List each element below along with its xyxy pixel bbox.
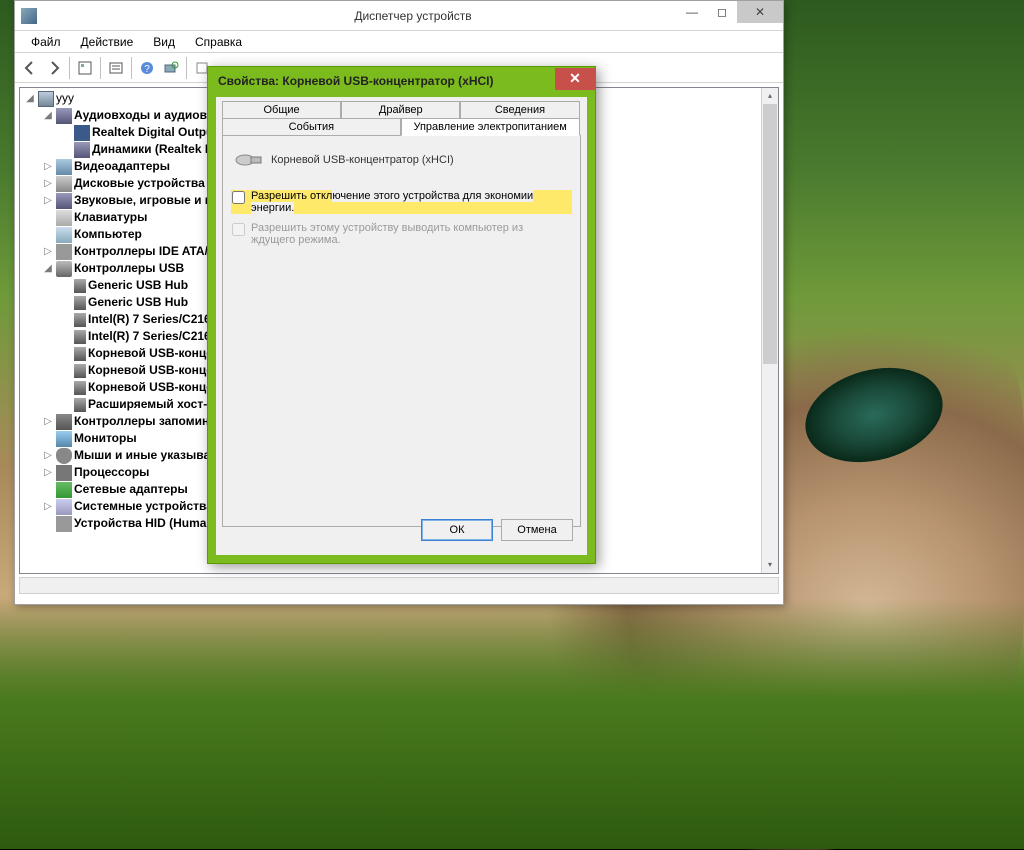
allow-wake-label: Разрешить этому устройству выводить комп… bbox=[251, 222, 551, 246]
forward-icon[interactable] bbox=[43, 57, 65, 79]
tab-details[interactable]: Сведения bbox=[460, 101, 579, 118]
back-icon[interactable] bbox=[19, 57, 41, 79]
detail-icon[interactable] bbox=[74, 57, 96, 79]
tab-power[interactable]: Управление электропитанием bbox=[401, 118, 580, 136]
svg-text:?: ? bbox=[144, 64, 150, 75]
node-label: Клавиатуры bbox=[74, 209, 147, 226]
allow-turnoff-row[interactable]: Разрешить отключение этого устройства дл… bbox=[231, 190, 572, 214]
allow-wake-row: Разрешить этому устройству выводить комп… bbox=[231, 222, 572, 246]
device-icon bbox=[56, 227, 72, 243]
expand-icon[interactable]: ▷ bbox=[42, 158, 54, 175]
device-icon bbox=[74, 296, 86, 310]
tab-general[interactable]: Общие bbox=[222, 101, 341, 118]
expand-icon[interactable]: ▷ bbox=[42, 175, 54, 192]
device-icon bbox=[74, 347, 86, 361]
help-icon[interactable]: ? bbox=[136, 57, 158, 79]
device-icon bbox=[74, 364, 86, 378]
expand-icon[interactable]: ◢ bbox=[42, 260, 54, 277]
node-label: Системные устройства bbox=[74, 498, 213, 515]
properties-dialog: Свойства: Корневой USB-концентратор (xHC… bbox=[207, 66, 596, 564]
expand-icon[interactable]: ▷ bbox=[42, 192, 54, 209]
device-icon bbox=[56, 448, 72, 464]
dialog-title: Свойства: Корневой USB-концентратор (xHC… bbox=[218, 74, 555, 88]
device-icon bbox=[56, 193, 72, 209]
device-icon bbox=[74, 279, 86, 293]
tab-events[interactable]: События bbox=[222, 118, 401, 135]
close-button[interactable]: ✕ bbox=[737, 1, 783, 23]
expand-icon[interactable]: ▷ bbox=[42, 498, 54, 515]
dialog-titlebar[interactable]: Свойства: Корневой USB-концентратор (xHC… bbox=[208, 67, 595, 95]
app-icon bbox=[21, 8, 37, 24]
allow-turnoff-label: Разрешить отключение этого устройства дл… bbox=[251, 190, 572, 214]
node-label: Компьютер bbox=[74, 226, 142, 243]
device-icon bbox=[74, 381, 86, 395]
node-label: Сетевые адаптеры bbox=[74, 481, 188, 498]
expand-icon[interactable]: ▷ bbox=[42, 243, 54, 260]
titlebar[interactable]: Диспетчер устройств — ◻ ✕ bbox=[15, 1, 783, 31]
menu-view[interactable]: Вид bbox=[143, 33, 185, 51]
power-panel: Корневой USB-концентратор (xHCI) Разреши… bbox=[222, 135, 581, 527]
expand-icon[interactable]: ▷ bbox=[42, 464, 54, 481]
device-icon bbox=[38, 91, 54, 107]
device-icon bbox=[56, 516, 72, 532]
menu-help[interactable]: Справка bbox=[185, 33, 252, 51]
device-icon bbox=[56, 176, 72, 192]
device-icon bbox=[74, 313, 86, 327]
dialog-buttons: ОК Отмена bbox=[421, 519, 573, 541]
node-label: ууу bbox=[56, 90, 74, 107]
node-label: Контроллеры USB bbox=[74, 260, 184, 277]
dialog-tabs: Общие Драйвер Сведения События Управлени… bbox=[222, 101, 581, 135]
window-title: Диспетчер устройств bbox=[43, 9, 783, 23]
minimize-button[interactable]: — bbox=[677, 1, 707, 23]
tab-driver[interactable]: Драйвер bbox=[341, 101, 460, 118]
menu-action[interactable]: Действие bbox=[71, 33, 144, 51]
node-label: Видеоадаптеры bbox=[74, 158, 170, 175]
device-icon bbox=[74, 330, 86, 344]
expand-icon[interactable]: ▷ bbox=[42, 413, 54, 430]
device-icon bbox=[56, 482, 72, 498]
maximize-button[interactable]: ◻ bbox=[707, 1, 737, 23]
device-icon bbox=[56, 414, 72, 430]
allow-turnoff-checkbox[interactable] bbox=[232, 191, 245, 204]
device-icon bbox=[56, 431, 72, 447]
wallpaper-grass bbox=[0, 599, 1024, 849]
properties-icon[interactable] bbox=[105, 57, 127, 79]
expand-icon[interactable]: ◢ bbox=[24, 90, 36, 107]
scrollbar-thumb[interactable] bbox=[763, 104, 777, 364]
dialog-body: Общие Драйвер Сведения События Управлени… bbox=[216, 97, 587, 555]
node-label: Процессоры bbox=[74, 464, 149, 481]
vertical-scrollbar[interactable] bbox=[761, 88, 778, 573]
device-icon bbox=[74, 142, 90, 158]
device-icon bbox=[74, 398, 86, 412]
node-label: Generic USB Hub bbox=[88, 294, 188, 311]
device-icon bbox=[56, 210, 72, 226]
device-icon bbox=[56, 159, 72, 175]
node-label: Мониторы bbox=[74, 430, 137, 447]
dialog-close-button[interactable]: ✕ bbox=[555, 68, 595, 90]
device-icon bbox=[56, 108, 72, 124]
device-icon bbox=[56, 244, 72, 260]
device-row: Корневой USB-концентратор (xHCI) bbox=[235, 150, 572, 170]
expand-icon[interactable]: ▷ bbox=[42, 447, 54, 464]
cancel-button[interactable]: Отмена bbox=[501, 519, 573, 541]
device-icon bbox=[74, 125, 90, 141]
expand-icon[interactable]: ◢ bbox=[42, 107, 54, 124]
device-icon bbox=[56, 465, 72, 481]
usb-hub-icon bbox=[235, 150, 263, 170]
device-icon bbox=[56, 499, 72, 515]
node-label: Generic USB Hub bbox=[88, 277, 188, 294]
device-name: Корневой USB-концентратор (xHCI) bbox=[271, 154, 454, 166]
menu-file[interactable]: Файл bbox=[21, 33, 71, 51]
horizontal-scrollbar[interactable] bbox=[19, 577, 779, 594]
allow-wake-checkbox bbox=[232, 223, 245, 236]
ok-button[interactable]: ОК bbox=[421, 519, 493, 541]
node-label: Дисковые устройства bbox=[74, 175, 205, 192]
menubar: Файл Действие Вид Справка bbox=[15, 31, 783, 53]
scan-icon[interactable] bbox=[160, 57, 182, 79]
device-icon bbox=[56, 261, 72, 277]
